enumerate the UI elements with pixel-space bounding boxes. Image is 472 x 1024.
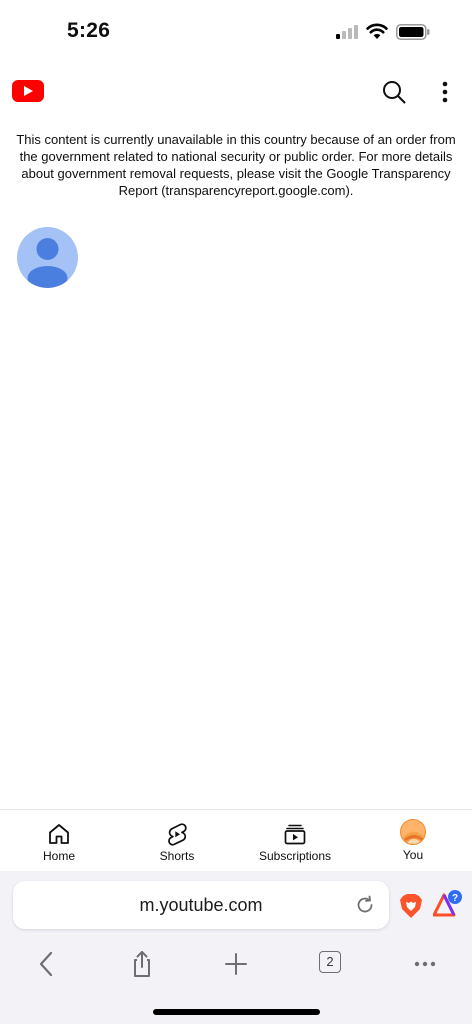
- nav-you-label: You: [402, 848, 424, 862]
- avatar: [400, 819, 426, 845]
- bottom-navigation: Home Shorts Subscriptions You: [0, 809, 472, 871]
- home-icon: [49, 824, 69, 844]
- more-menu-icon[interactable]: [410, 949, 440, 979]
- wifi-icon: [366, 23, 388, 39]
- nav-shorts-label: Shorts: [159, 849, 195, 863]
- battery-icon: [396, 24, 430, 40]
- nav-subscriptions[interactable]: Subscriptions: [252, 810, 338, 872]
- url-text: m.youtube.com: [139, 895, 263, 915]
- reload-icon[interactable]: [355, 895, 375, 915]
- browser-toolbar: m.youtube.com ? 2: [0, 871, 472, 1024]
- more-options-icon[interactable]: [436, 79, 454, 105]
- share-icon[interactable]: [127, 949, 157, 979]
- subscriptions-icon: [284, 824, 306, 845]
- back-icon[interactable]: [32, 949, 62, 979]
- cellular-signal-icon: [336, 25, 360, 39]
- youtube-logo[interactable]: [12, 80, 44, 102]
- home-indicator[interactable]: [153, 1009, 320, 1015]
- address-bar[interactable]: m.youtube.com: [13, 881, 389, 929]
- rewards-badge: ?: [452, 893, 458, 904]
- brave-shields-icon[interactable]: [399, 893, 423, 919]
- brave-rewards-icon: ?: [432, 890, 462, 917]
- new-tab-icon[interactable]: [221, 949, 251, 979]
- nav-subscriptions-label: Subscriptions: [258, 849, 332, 863]
- nav-you[interactable]: You: [386, 810, 440, 872]
- channel-avatar[interactable]: [17, 227, 78, 288]
- nav-home-label: Home: [42, 849, 75, 863]
- default-avatar-icon: [27, 238, 68, 288]
- search-icon[interactable]: [381, 79, 407, 105]
- status-bar: 5:26: [0, 0, 472, 64]
- tabs-button[interactable]: 2: [319, 951, 341, 973]
- status-time: 5:26: [67, 19, 111, 42]
- unavailable-notice: This content is currently unavailable in…: [16, 132, 456, 198]
- play-icon: [24, 86, 33, 96]
- youtube-header: [0, 70, 472, 114]
- shorts-icon: [168, 823, 187, 846]
- nav-shorts[interactable]: Shorts: [140, 810, 214, 872]
- nav-home[interactable]: Home: [22, 810, 96, 872]
- brave-rewards-button[interactable]: ?: [432, 889, 463, 919]
